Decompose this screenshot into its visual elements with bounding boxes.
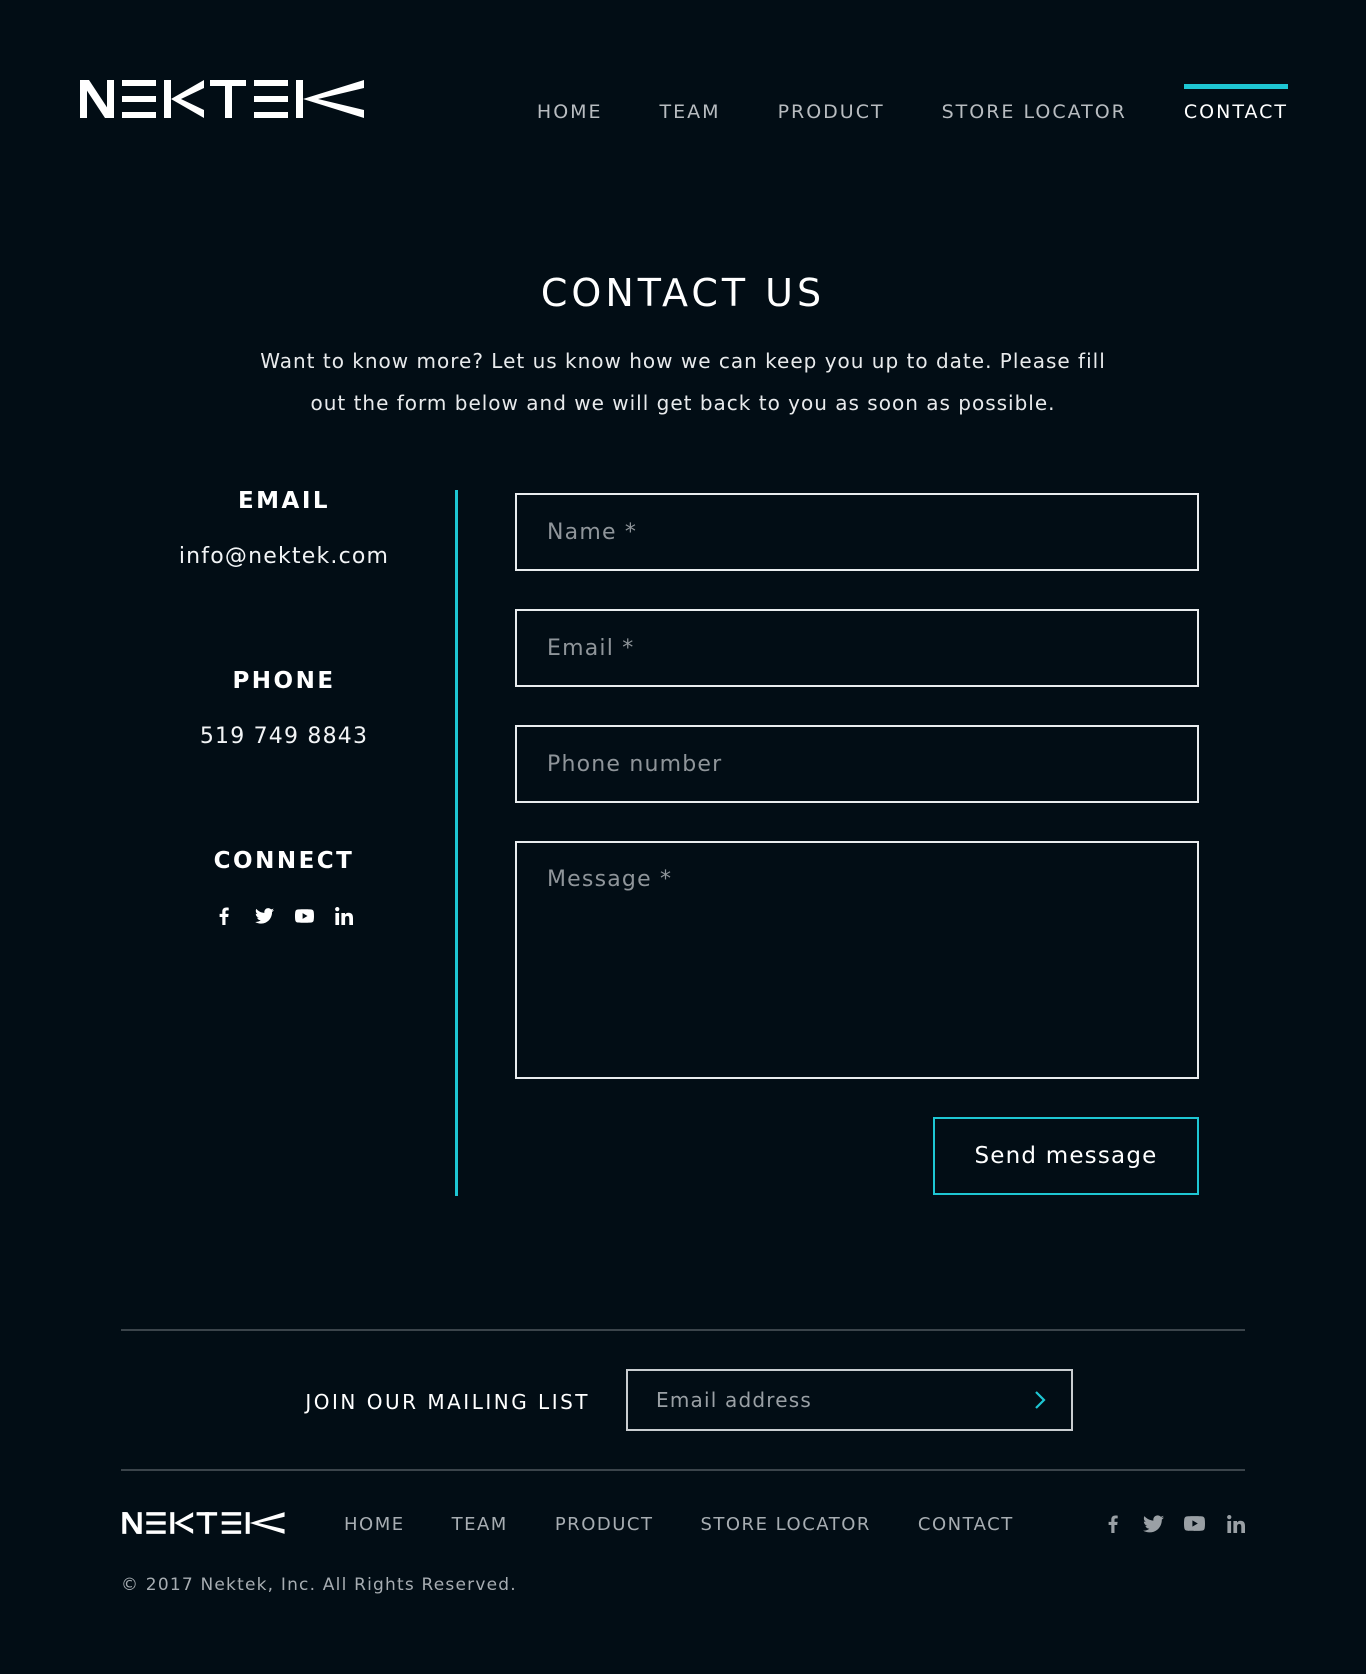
phone-heading: PHONE bbox=[232, 668, 336, 694]
mailing-list-label: JOIN OUR MAILING LIST bbox=[305, 1390, 590, 1414]
phone-link[interactable]: 519 749 8843 bbox=[144, 724, 424, 749]
nektek-logo-icon bbox=[80, 80, 364, 118]
page-title: CONTACT US bbox=[540, 271, 826, 315]
copyright-text: © 2017 Nektek, Inc. All Rights Reserved. bbox=[121, 1575, 517, 1595]
footer-divider-bottom bbox=[121, 1469, 1245, 1471]
footer-nav-contact[interactable]: CONTACT bbox=[918, 1514, 1014, 1535]
footer-logo[interactable] bbox=[121, 1511, 287, 1539]
email-heading: EMAIL bbox=[237, 488, 331, 514]
footer-nav-home[interactable]: HOME bbox=[344, 1514, 405, 1535]
footer-divider-top bbox=[121, 1329, 1245, 1331]
main-nav: HOME TEAM PRODUCT STORE LOCATOR CONTACT bbox=[537, 84, 1289, 124]
nav-item-product[interactable]: PRODUCT bbox=[778, 100, 885, 124]
mailing-email-input[interactable] bbox=[628, 1371, 1008, 1429]
footer-nav-product[interactable]: PRODUCT bbox=[555, 1514, 654, 1535]
footer-nav-team[interactable]: TEAM bbox=[452, 1514, 508, 1535]
intro-line-1: Want to know more? Let us know how we ca… bbox=[260, 349, 1106, 373]
connect-block: CONNECT bbox=[144, 848, 424, 925]
nav-item-store-locator[interactable]: STORE LOCATOR bbox=[942, 100, 1127, 124]
message-field[interactable] bbox=[515, 841, 1199, 1079]
nav-item-contact[interactable]: CONTACT bbox=[1183, 84, 1289, 124]
youtube-icon[interactable] bbox=[294, 906, 314, 925]
phone-field[interactable] bbox=[515, 725, 1199, 803]
nav-item-home[interactable]: HOME bbox=[537, 100, 603, 124]
nav-item-team[interactable]: TEAM bbox=[660, 100, 721, 124]
column-divider bbox=[455, 490, 458, 1196]
youtube-icon[interactable] bbox=[1184, 1513, 1205, 1534]
footer-nav-store-locator[interactable]: STORE LOCATOR bbox=[700, 1514, 870, 1535]
connect-heading: CONNECT bbox=[213, 848, 355, 874]
intro-line-2: out the form below and we will get back … bbox=[310, 391, 1056, 415]
facebook-icon[interactable] bbox=[215, 906, 234, 925]
contact-info: EMAIL info@nektek.com PHONE 519 749 8843… bbox=[144, 488, 424, 925]
email-field[interactable] bbox=[515, 609, 1199, 687]
footer-nav: HOME TEAM PRODUCT STORE LOCATOR CONTACT bbox=[344, 1514, 1014, 1535]
twitter-icon[interactable] bbox=[1143, 1513, 1164, 1534]
phone-block: PHONE 519 749 8843 bbox=[144, 668, 424, 848]
footer-social-links bbox=[1102, 1513, 1246, 1534]
email-link[interactable]: info@nektek.com bbox=[144, 544, 424, 569]
nektek-logo-icon bbox=[122, 1512, 285, 1534]
email-block: EMAIL info@nektek.com bbox=[144, 488, 424, 668]
mailing-list-form bbox=[626, 1369, 1073, 1431]
linkedin-icon[interactable] bbox=[1225, 1513, 1246, 1534]
chevron-right-icon[interactable] bbox=[1027, 1387, 1053, 1413]
intro-text: Want to know more? Let us know how we ca… bbox=[240, 340, 1126, 424]
twitter-icon[interactable] bbox=[254, 906, 274, 925]
brand-logo[interactable] bbox=[80, 78, 366, 120]
send-message-button[interactable]: Send message bbox=[933, 1117, 1199, 1195]
linkedin-icon[interactable] bbox=[335, 906, 354, 925]
facebook-icon[interactable] bbox=[1102, 1513, 1123, 1534]
social-links bbox=[144, 906, 424, 925]
name-field[interactable] bbox=[515, 493, 1199, 571]
